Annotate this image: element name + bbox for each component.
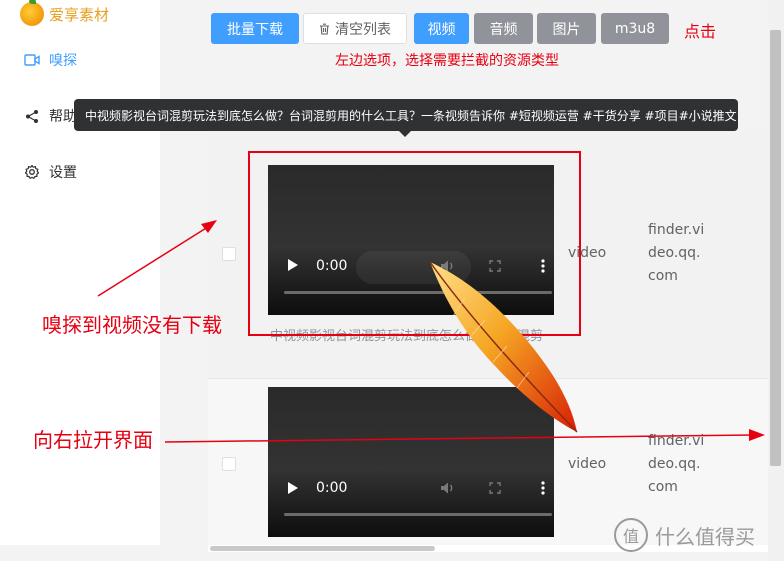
annotation-arrows	[97, 220, 765, 443]
watermark-logo: 值	[614, 518, 648, 552]
arrow-to-video	[97, 224, 212, 297]
watermark: 值 什么值得买	[614, 518, 755, 552]
vertical-scrollbar-thumb[interactable]	[770, 30, 781, 466]
arrow-drag-right	[164, 434, 753, 443]
arrow-head	[749, 429, 765, 441]
arrow-head	[201, 220, 217, 233]
watermark-text: 什么值得买	[655, 524, 755, 549]
horizontal-scrollbar-thumb[interactable]	[210, 546, 435, 551]
